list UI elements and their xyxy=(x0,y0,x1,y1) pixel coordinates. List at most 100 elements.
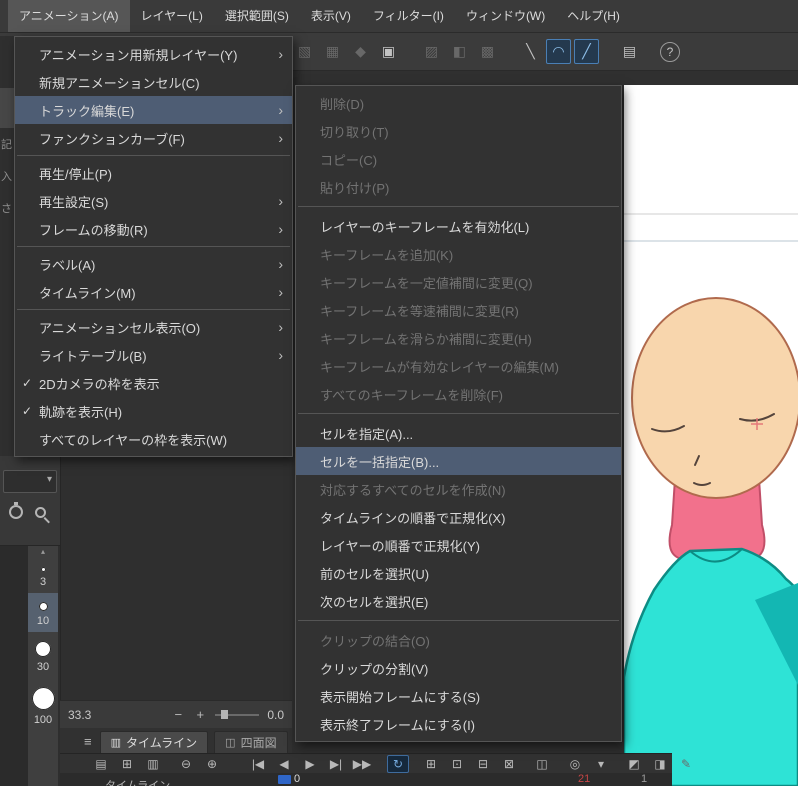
menubar-item-layer[interactable]: レイヤー(L) xyxy=(130,0,214,32)
camera-folder-icon[interactable]: ◩ xyxy=(623,755,645,773)
animation-menu-item-show-all-layer-frames[interactable]: すべてのレイヤーの枠を表示(W) xyxy=(15,425,292,453)
new-cell-folder-icon[interactable]: ⊡ xyxy=(446,755,468,773)
track-edit-item-delete[interactable]: 削除(D) xyxy=(296,89,621,117)
onion-skin-menu-icon[interactable]: ▾ xyxy=(590,755,612,773)
track-edit-item-add-keyframe[interactable]: キーフレームを追加(K) xyxy=(296,240,621,268)
scale-minus-button[interactable]: − xyxy=(171,707,185,722)
timeline-menu-icon[interactable]: ▤ xyxy=(90,755,112,773)
menubar-item-view[interactable]: 表示(V) xyxy=(300,0,362,32)
track-edit-item-keyframe-linear[interactable]: キーフレームを等速補間に変更(R) xyxy=(296,296,621,324)
scale-slider-handle[interactable] xyxy=(221,709,229,719)
help-icon[interactable]: ? xyxy=(660,41,680,62)
preset-dropdown[interactable]: ▾ xyxy=(3,470,57,493)
mask-half-icon[interactable]: ◧ xyxy=(447,39,472,64)
animation-menu-item-function-curve[interactable]: ファンクションカーブ(F) › xyxy=(15,124,292,152)
brush-size-label: 100 xyxy=(33,714,53,726)
animation-menu-item-label[interactable]: ラベル(A) › xyxy=(15,250,292,278)
snap-ruler-icon[interactable]: ╱ xyxy=(574,39,599,64)
edit-track-icon[interactable]: ✎ xyxy=(675,755,697,773)
mask-area-icon[interactable]: ▨ xyxy=(419,39,444,64)
brush-size-item[interactable]: 3 xyxy=(28,558,58,593)
zoom-out-icon[interactable]: ⊖ xyxy=(175,755,197,773)
animation-menu-item-timeline[interactable]: タイムライン(M) › xyxy=(15,278,292,306)
track-edit-item-delete-all-keyframes[interactable]: すべてのキーフレームを削除(F) xyxy=(296,380,621,408)
playhead-marker[interactable] xyxy=(278,775,291,784)
select-area-icon[interactable]: ▧ xyxy=(292,39,317,64)
toolbar-group: ? xyxy=(660,41,680,62)
brush-size-item[interactable]: 100 xyxy=(28,678,58,731)
animation-menu-item-cell-display[interactable]: アニメーションセル表示(O) › xyxy=(15,313,292,341)
track-edit-item-set-end-frame[interactable]: 表示終了フレームにする(I) xyxy=(296,710,621,738)
mask-grid-icon[interactable]: ▩ xyxy=(475,39,500,64)
animation-menu-item-move-frame[interactable]: フレームの移動(R) › xyxy=(15,215,292,243)
track-edit-item-cut[interactable]: 切り取り(T) xyxy=(296,117,621,145)
track-edit-item-specify-cell[interactable]: セルを指定(A)... xyxy=(296,419,621,447)
timeline-toolbar-group: ⊖ ⊕ xyxy=(175,755,223,773)
timeline-list-icon[interactable]: ▥ xyxy=(142,755,164,773)
first-frame-icon[interactable]: |◀ xyxy=(247,755,269,773)
scale-plus-button[interactable]: + xyxy=(193,707,207,722)
track-edit-item-keyframe-smooth[interactable]: キーフレームを滑らか補間に変更(H) xyxy=(296,324,621,352)
play-icon[interactable]: ▶ xyxy=(299,755,321,773)
track-edit-item-enable-layer-keyframes[interactable]: レイヤーのキーフレームを有効化(L) xyxy=(296,212,621,240)
track-edit-item-create-all-cells[interactable]: 対応するすべてのセルを作成(N) xyxy=(296,475,621,503)
scale-slider[interactable] xyxy=(215,709,260,719)
specify-cell-icon[interactable]: ⊟ xyxy=(472,755,494,773)
track-edit-item-select-prev-cell[interactable]: 前のセルを選択(U) xyxy=(296,559,621,587)
animation-menu-item-light-table[interactable]: ライトテーブル(B) › xyxy=(15,341,292,369)
menubar-item-select[interactable]: 選択範囲(S) xyxy=(214,0,300,32)
tab-timeline[interactable]: ▥ タイムライン xyxy=(99,731,209,753)
brush-size-item[interactable]: 10 xyxy=(28,593,58,632)
track-edit-item-split-clip[interactable]: クリップの分割(V) xyxy=(296,654,621,682)
timeline-selector[interactable]: タイムライン xyxy=(105,777,170,786)
track-edit-item-batch-specify-cells[interactable]: セルを一括指定(B)... xyxy=(296,447,621,475)
batch-specify-cell-icon[interactable]: ⊠ xyxy=(498,755,520,773)
track-edit-item-edit-keyframe-layer[interactable]: キーフレームが有効なレイヤーの編集(M) xyxy=(296,352,621,380)
track-edit-item-select-next-cell[interactable]: 次のセルを選択(E) xyxy=(296,587,621,615)
export-animation-icon[interactable]: ◨ xyxy=(649,755,671,773)
transform-frame-icon[interactable]: ▣ xyxy=(376,39,401,64)
prev-frame-icon[interactable]: ◀ xyxy=(273,755,295,773)
menu-item-label: 再生/停止(P) xyxy=(39,166,112,182)
tab-four-views[interactable]: ◫ 四面図 xyxy=(214,731,288,753)
snap-line-icon[interactable]: ╲ xyxy=(518,39,543,64)
animation-menu-item-play-stop[interactable]: 再生/停止(P) xyxy=(15,159,292,187)
menubar-item-animation[interactable]: アニメーション(A) xyxy=(8,0,130,32)
select-shape-icon[interactable]: ◆ xyxy=(348,39,373,64)
animation-menu-item-new-anim-layer[interactable]: アニメーション用新規レイヤー(Y) › xyxy=(15,40,292,68)
snap-curve-icon[interactable]: ◠ xyxy=(546,39,571,64)
last-frame-icon[interactable]: ▶▶ xyxy=(351,755,373,773)
track-edit-item-paste[interactable]: 貼り付け(P) xyxy=(296,173,621,201)
onion-skin-icon[interactable]: ◎ xyxy=(564,755,586,773)
panel-menu-icon[interactable]: ≡ xyxy=(84,734,92,749)
canvas[interactable] xyxy=(624,85,798,786)
track-edit-item-keyframe-constant[interactable]: キーフレームを一定値補間に変更(Q) xyxy=(296,268,621,296)
animation-menu-item-show-2d-camera-frame[interactable]: ✓ 2Dカメラの枠を表示 xyxy=(15,369,292,397)
track-edit-item-set-start-frame[interactable]: 表示開始フレームにする(S) xyxy=(296,682,621,710)
scroll-up-arrow[interactable]: ▴ xyxy=(41,546,45,558)
menubar-item-filter[interactable]: フィルター(I) xyxy=(362,0,455,32)
menubar-item-window[interactable]: ウィンドウ(W) xyxy=(455,0,556,32)
stopwatch-icon[interactable] xyxy=(9,502,23,519)
timeline-ruler[interactable]: タイムライン 0 21 1 xyxy=(60,773,672,786)
next-frame-icon[interactable]: ▶| xyxy=(325,755,347,773)
select-extra-icon[interactable]: ▦ xyxy=(320,39,345,64)
new-animation-cell-icon[interactable]: ⊞ xyxy=(420,755,442,773)
zoom-in-icon[interactable]: ⊕ xyxy=(201,755,223,773)
animation-menu-item-show-trajectory[interactable]: ✓ 軌跡を表示(H) xyxy=(15,397,292,425)
new-timeline-icon[interactable]: ⊞ xyxy=(116,755,138,773)
track-edit-item-normalize-timeline-order[interactable]: タイムラインの順番で正規化(X) xyxy=(296,503,621,531)
search-icon[interactable] xyxy=(35,506,46,518)
animation-menu-item-new-anim-cell[interactable]: 新規アニメーションセル(C) xyxy=(15,68,292,96)
brush-size-item[interactable]: 30 xyxy=(28,632,58,678)
track-edit-item-merge-clips[interactable]: クリップの結合(O) xyxy=(296,626,621,654)
light-table-icon[interactable]: ◫ xyxy=(531,755,553,773)
numpad-panel-icon[interactable]: ▤ xyxy=(617,39,642,64)
loop-playback-icon[interactable]: ↻ xyxy=(387,754,409,773)
menubar: アニメーション(A) レイヤー(L) 選択範囲(S) 表示(V) フィルター(I) ウィン… xyxy=(0,0,798,33)
animation-menu-item-track-edit[interactable]: トラック編集(E) › xyxy=(15,96,292,124)
track-edit-item-copy[interactable]: コピー(C) xyxy=(296,145,621,173)
track-edit-item-normalize-layer-order[interactable]: レイヤーの順番で正規化(Y) xyxy=(296,531,621,559)
animation-menu-item-playback-settings[interactable]: 再生設定(S) › xyxy=(15,187,292,215)
menubar-item-help[interactable]: ヘルプ(H) xyxy=(556,0,631,32)
